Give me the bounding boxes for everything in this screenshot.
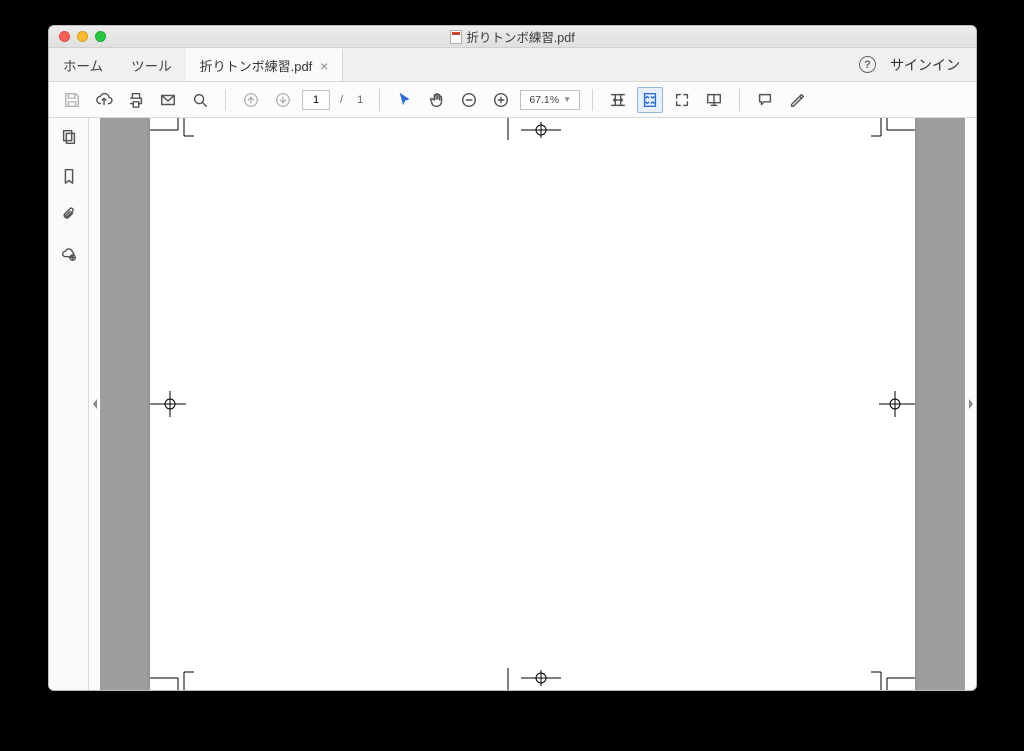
separator [225,89,226,111]
left-collapse-handle[interactable] [89,118,100,690]
fit-page-button[interactable] [637,87,663,113]
highlight-button[interactable] [784,87,810,113]
search-button[interactable] [187,87,213,113]
document-pane [89,118,976,690]
separator [379,89,380,111]
attachments-button[interactable] [60,206,78,229]
prev-page-button[interactable] [238,87,264,113]
zoom-in-button[interactable] [488,87,514,113]
comment-button[interactable] [752,87,778,113]
register-mark-right [875,389,915,419]
read-mode-button[interactable] [701,87,727,113]
tab-close-icon[interactable]: × [320,59,328,73]
select-tool-button[interactable] [392,87,418,113]
fold-mark-top-center [503,118,563,142]
cloud-files-button[interactable] [60,245,78,268]
tab-right-group: ? サインイン [843,48,976,81]
cloud-upload-button[interactable] [91,87,117,113]
fullscreen-button[interactable] [669,87,695,113]
window-title-text: 折りトンボ練習.pdf [466,27,574,46]
crop-mark-top-right [871,118,915,142]
zoom-out-button[interactable] [456,87,482,113]
crop-mark-bottom-right [871,666,915,690]
fit-width-button[interactable] [605,87,631,113]
tab-document[interactable]: 折りトンボ練習.pdf × [186,48,344,81]
page-number-input[interactable] [302,90,330,110]
hand-tool-button[interactable] [424,87,450,113]
page-total: 1 [353,94,367,106]
app-window: 折りトンボ練習.pdf ホーム ツール 折りトンボ練習.pdf × ? サインイ… [48,25,977,691]
chevron-down-icon: ▼ [563,95,571,104]
signin-button[interactable]: サインイン [890,55,960,75]
tab-bar: ホーム ツール 折りトンボ練習.pdf × ? サインイン [49,48,976,82]
email-button[interactable] [155,87,181,113]
pdf-page [150,118,915,690]
separator [592,89,593,111]
crop-mark-bottom-left [150,666,194,690]
fold-mark-bottom-center [503,666,563,690]
page-separator: / [336,94,347,106]
bookmarks-button[interactable] [60,167,78,190]
tab-document-label: 折りトンボ練習.pdf [200,56,313,75]
help-icon[interactable]: ? [859,56,876,73]
thumbnails-button[interactable] [60,128,78,151]
window-title: 折りトンボ練習.pdf [49,27,976,46]
register-mark-left [150,389,190,419]
separator [739,89,740,111]
zoom-level-label: 67.1% [529,94,559,106]
save-button[interactable] [59,87,85,113]
print-button[interactable] [123,87,149,113]
tab-tools[interactable]: ツール [117,48,186,81]
page-viewport[interactable] [100,118,965,690]
right-collapse-handle[interactable] [965,118,976,690]
pdf-file-icon [450,30,462,44]
zoom-level-dropdown[interactable]: 67.1% ▼ [520,90,580,110]
main-toolbar: / 1 67.1% ▼ [49,82,976,118]
left-sidebar [49,118,89,690]
tab-home[interactable]: ホーム [49,48,117,81]
next-page-button[interactable] [270,87,296,113]
crop-mark-top-left [150,118,194,142]
titlebar: 折りトンボ練習.pdf [49,26,976,48]
content-area [49,118,976,690]
